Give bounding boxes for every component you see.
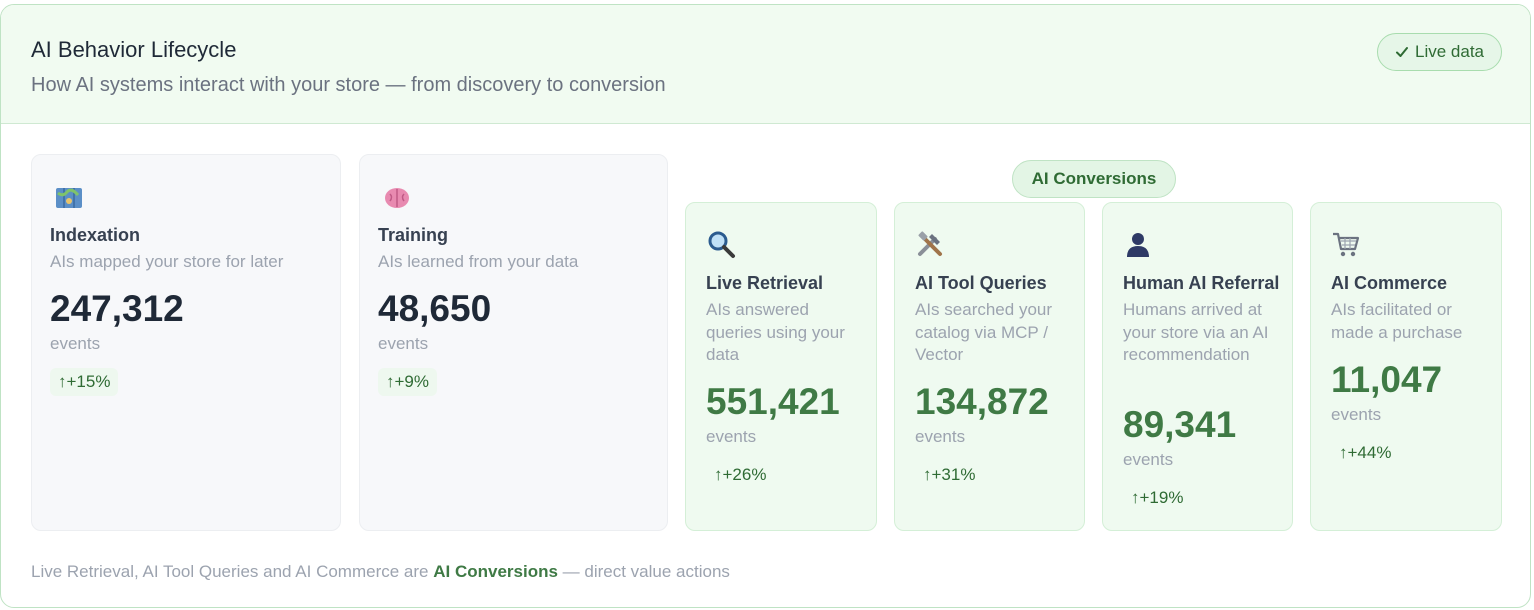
card-title: Training [378,225,449,245]
card-unit: events [50,334,101,353]
ai-lifecycle-panel: AI Behavior Lifecycle How AI systems int… [0,4,1531,608]
card-title: Indexation [50,225,141,245]
card-unit: events [706,427,757,446]
card-ai-tool-queries: AI Tool Queries AIs searched your catalo… [894,202,1085,531]
card-description: AIs answered queries using your data [706,300,845,364]
card-description: AIs mapped your store for later [50,252,284,271]
panel-header: AI Behavior Lifecycle How AI systems int… [1,5,1530,124]
footer-prefix: Live Retrieval, AI Tool Queries and AI C… [31,562,429,581]
page-subtitle: How AI systems interact with your store … [31,74,666,96]
footer-highlight: AI Conversions [433,562,558,581]
footer-suffix: — direct value actions [562,562,730,581]
ai-conversions-badge: AI Conversions [1012,160,1176,198]
card-title: Live Retrieval [706,273,824,293]
card-description: Humans arrived at your store via an AI r… [1123,300,1269,364]
card-training: Training AIs learned from your data 48,6… [359,154,668,531]
card-unit: events [378,334,429,353]
card-description: AIs facilitated or made a purchase [1331,300,1463,342]
card-delta: ↑+31% [923,465,976,484]
footer-note: Live Retrieval, AI Tool Queries and AI C… [31,562,730,582]
card-value: 11,047 [1331,359,1443,400]
card-title: AI Commerce [1331,273,1448,293]
card-ai-commerce: AI Commerce AIs facilitated or made a pu… [1310,202,1502,531]
card-delta: ↑+44% [1339,443,1392,462]
card-delta: ↑+9% [378,368,437,396]
brain-icon [385,188,409,208]
card-value: 89,341 [1123,404,1237,445]
live-data-badge: Live data [1377,33,1502,71]
card-value: 247,312 [50,288,184,329]
live-data-label: Live data [1415,42,1484,61]
magnifier-icon [708,231,735,258]
card-value: 48,650 [378,288,492,329]
card-delta: ↑+15% [50,368,119,396]
card-indexation: Indexation AIs mapped your store for lat… [31,154,341,531]
card-delta: ↑+26% [714,465,767,484]
check-icon [1396,47,1408,57]
card-title: Human AI Referral [1123,273,1280,293]
card-delta: ↑+19% [1131,488,1184,507]
card-value: 134,872 [915,381,1049,422]
card-unit: events [1331,405,1382,424]
page-title: AI Behavior Lifecycle [31,37,237,62]
card-description: AIs searched your catalog via MCP / Vect… [915,300,1053,364]
card-unit: events [915,427,966,446]
cart-icon [1333,232,1360,257]
tools-icon [918,231,942,256]
card-value: 551,421 [706,381,840,422]
card-description: AIs learned from your data [378,252,579,271]
card-human-ai-referral: Human AI Referral Humans arrived at your… [1102,202,1293,531]
card-live-retrieval: Live Retrieval AIs answered queries usin… [685,202,877,531]
map-icon [56,188,82,208]
card-title: AI Tool Queries [915,273,1047,293]
card-unit: events [1123,450,1174,469]
person-icon [1127,233,1149,257]
